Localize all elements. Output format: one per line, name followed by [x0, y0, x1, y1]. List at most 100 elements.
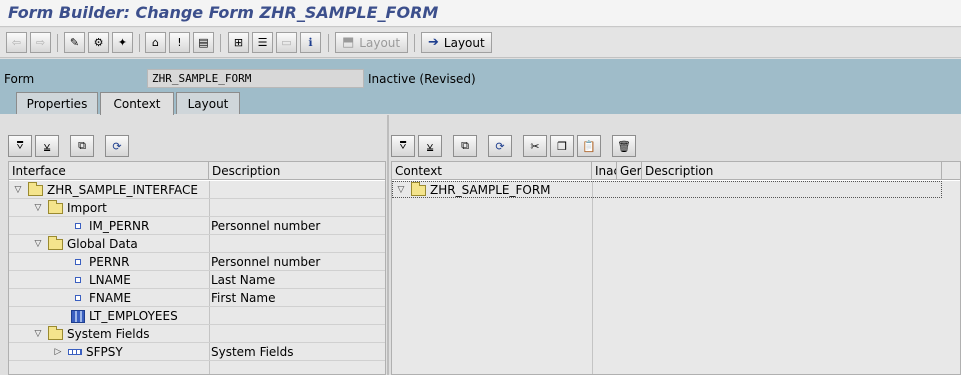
expand-icon[interactable]: ⩢ [8, 135, 32, 157]
field-icon [75, 295, 81, 301]
delete-icon[interactable]: 🗑 [612, 135, 636, 157]
title-bar: Form Builder: Change Form ZHR_SAMPLE_FOR… [0, 0, 961, 27]
layout-disabled-button[interactable]: ⬒ Layout [335, 32, 408, 53]
collapse-icon[interactable]: ⩣ [418, 135, 442, 157]
folder-icon [28, 181, 43, 196]
forward-arrow-icon[interactable]: ⇨ [30, 32, 51, 53]
folder-icon [48, 199, 63, 214]
tree-row[interactable]: FNAME First Name [9, 289, 385, 307]
layout-icon: ⬒ [342, 35, 355, 50]
context-panel: ⩢ ⩣ ⧉ ⟳ ✂ ❐ 📋 🗑 Context Inac Ger Descrip… [387, 115, 961, 375]
tree-node-description: Personnel number [211, 255, 321, 269]
tree-row[interactable]: ▽ ZHR_SAMPLE_FORM [392, 181, 960, 199]
field-icon [75, 223, 81, 229]
tree-row[interactable]: ▽ Global Data [9, 235, 385, 253]
tree-node-label: LNAME [89, 273, 131, 287]
tree-node-label: SFPSY [86, 345, 123, 359]
column-header-context[interactable]: Context [392, 162, 592, 180]
window-icon[interactable]: ▭ [276, 32, 297, 53]
where-used-icon[interactable]: ⌂ [145, 32, 166, 53]
tree-row[interactable]: IM_PERNR Personnel number [9, 217, 385, 235]
toolbar-separator [220, 34, 221, 52]
refresh-icon[interactable]: ⟳ [105, 135, 129, 157]
table-icon [71, 309, 85, 323]
tree-node-label: FNAME [89, 291, 132, 305]
interface-panel: ⩢ ⩣ ⧉ ⟳ Interface Description ▽ ZHR_SAMPL… [5, 115, 386, 375]
tree-row[interactable]: PERNR Personnel number [9, 253, 385, 271]
tree-row[interactable]: ▽ Import [9, 199, 385, 217]
expand-node-icon[interactable]: ▷ [52, 347, 64, 357]
stack-icon[interactable]: ☰ [252, 32, 273, 53]
tree-row[interactable]: ▽ ZHR_SAMPLE_INTERFACE [9, 181, 385, 199]
context-grid-header: Context Inac Ger Description [392, 162, 960, 180]
tree-row[interactable]: LNAME Last Name [9, 271, 385, 289]
back-arrow-icon[interactable]: ⇦ [6, 32, 27, 53]
check-icon[interactable]: ⚙ [88, 32, 109, 53]
column-header-interface[interactable]: Interface [9, 162, 209, 180]
folder-icon [48, 325, 63, 340]
interface-grid: Interface Description ▽ ZHR_SAMPLE_INTERF… [8, 161, 386, 375]
information-icon[interactable]: ℹ [300, 32, 321, 53]
column-header-description[interactable]: Description [209, 162, 385, 180]
tree-node-description: First Name [211, 291, 276, 305]
refresh-icon[interactable]: ⟳ [488, 135, 512, 157]
tree-row[interactable]: ▽ System Fields [9, 325, 385, 343]
display-change-icon[interactable]: ✎ [64, 32, 85, 53]
tree-node-description: System Fields [211, 345, 294, 359]
structure-icon [68, 349, 82, 355]
toolbar-separator [139, 34, 140, 52]
tree-node-description: Personnel number [211, 219, 321, 233]
tree-node-description: Last Name [211, 273, 276, 287]
tree-node-label: System Fields [67, 327, 150, 341]
column-header-description[interactable]: Description [642, 162, 942, 180]
layout-disabled-label: Layout [359, 35, 401, 50]
tree-node-label: Global Data [67, 237, 138, 251]
tree-node-label: PERNR [89, 255, 130, 269]
info-icon[interactable]: ! [169, 32, 190, 53]
tab-properties[interactable]: Properties [16, 92, 98, 114]
field-icon [75, 277, 81, 283]
tree-node-label: IM_PERNR [89, 219, 150, 233]
context-grid: Context Inac Ger Description ▽ ZHR_SAMPLE… [391, 161, 961, 375]
collapse-node-icon[interactable]: ▽ [32, 203, 44, 213]
window-title: Form Builder: Change Form ZHR_SAMPLE_FOR… [8, 3, 439, 22]
collapse-node-icon[interactable]: ▽ [32, 239, 44, 249]
tree-row[interactable]: ▷ SFPSY System Fields [9, 343, 385, 361]
layout-label: Layout [443, 35, 485, 50]
form-header: Form ZHR_SAMPLE_FORM Inactive (Revised) … [0, 59, 961, 115]
interface-grid-header: Interface Description [9, 162, 385, 180]
form-name-field[interactable]: ZHR_SAMPLE_FORM [147, 69, 364, 88]
collapse-node-icon[interactable]: ▽ [32, 329, 44, 339]
hierarchy-icon[interactable]: ⊞ [228, 32, 249, 53]
collapse-icon[interactable]: ⩣ [35, 135, 59, 157]
copy-icon[interactable]: ❐ [550, 135, 574, 157]
tree-node-label: LT_EMPLOYEES [89, 309, 178, 323]
tab-context[interactable]: Context [100, 92, 174, 115]
interface-grid-body: ▽ ZHR_SAMPLE_INTERFACE ▽ Import IM_PERNR P… [9, 181, 385, 374]
tree-node-label: Import [67, 201, 107, 215]
toolbar-separator [328, 34, 329, 52]
paste-icon[interactable]: 📋 [577, 135, 601, 157]
tree-node-label: ZHR_SAMPLE_INTERFACE [47, 183, 199, 197]
column-divider [592, 181, 593, 374]
tab-layout[interactable]: Layout [176, 92, 240, 114]
column-header-generated[interactable]: Ger [617, 162, 642, 180]
context-grid-body: ▽ ZHR_SAMPLE_FORM [392, 181, 960, 374]
folder-icon [48, 235, 63, 250]
collapse-node-icon[interactable]: ▽ [395, 185, 407, 195]
arrow-right-icon: ➔ [428, 35, 439, 50]
layout-button[interactable]: ➔ Layout [421, 32, 492, 53]
collapse-node-icon[interactable]: ▽ [12, 185, 24, 195]
find-icon[interactable]: ⧉ [70, 135, 94, 157]
tree-row[interactable]: LT_EMPLOYEES [9, 307, 385, 325]
column-header-inactive[interactable]: Inac [592, 162, 617, 180]
expand-icon[interactable]: ⩢ [391, 135, 415, 157]
form-status: Inactive (Revised) [368, 72, 476, 86]
form-label: Form [4, 72, 35, 86]
tree-node-label: ZHR_SAMPLE_FORM [430, 183, 551, 197]
display-object-icon[interactable]: ▤ [193, 32, 214, 53]
folder-icon [411, 181, 426, 196]
cut-icon[interactable]: ✂ [523, 135, 547, 157]
find-icon[interactable]: ⧉ [453, 135, 477, 157]
activate-icon[interactable]: ✦ [112, 32, 133, 53]
